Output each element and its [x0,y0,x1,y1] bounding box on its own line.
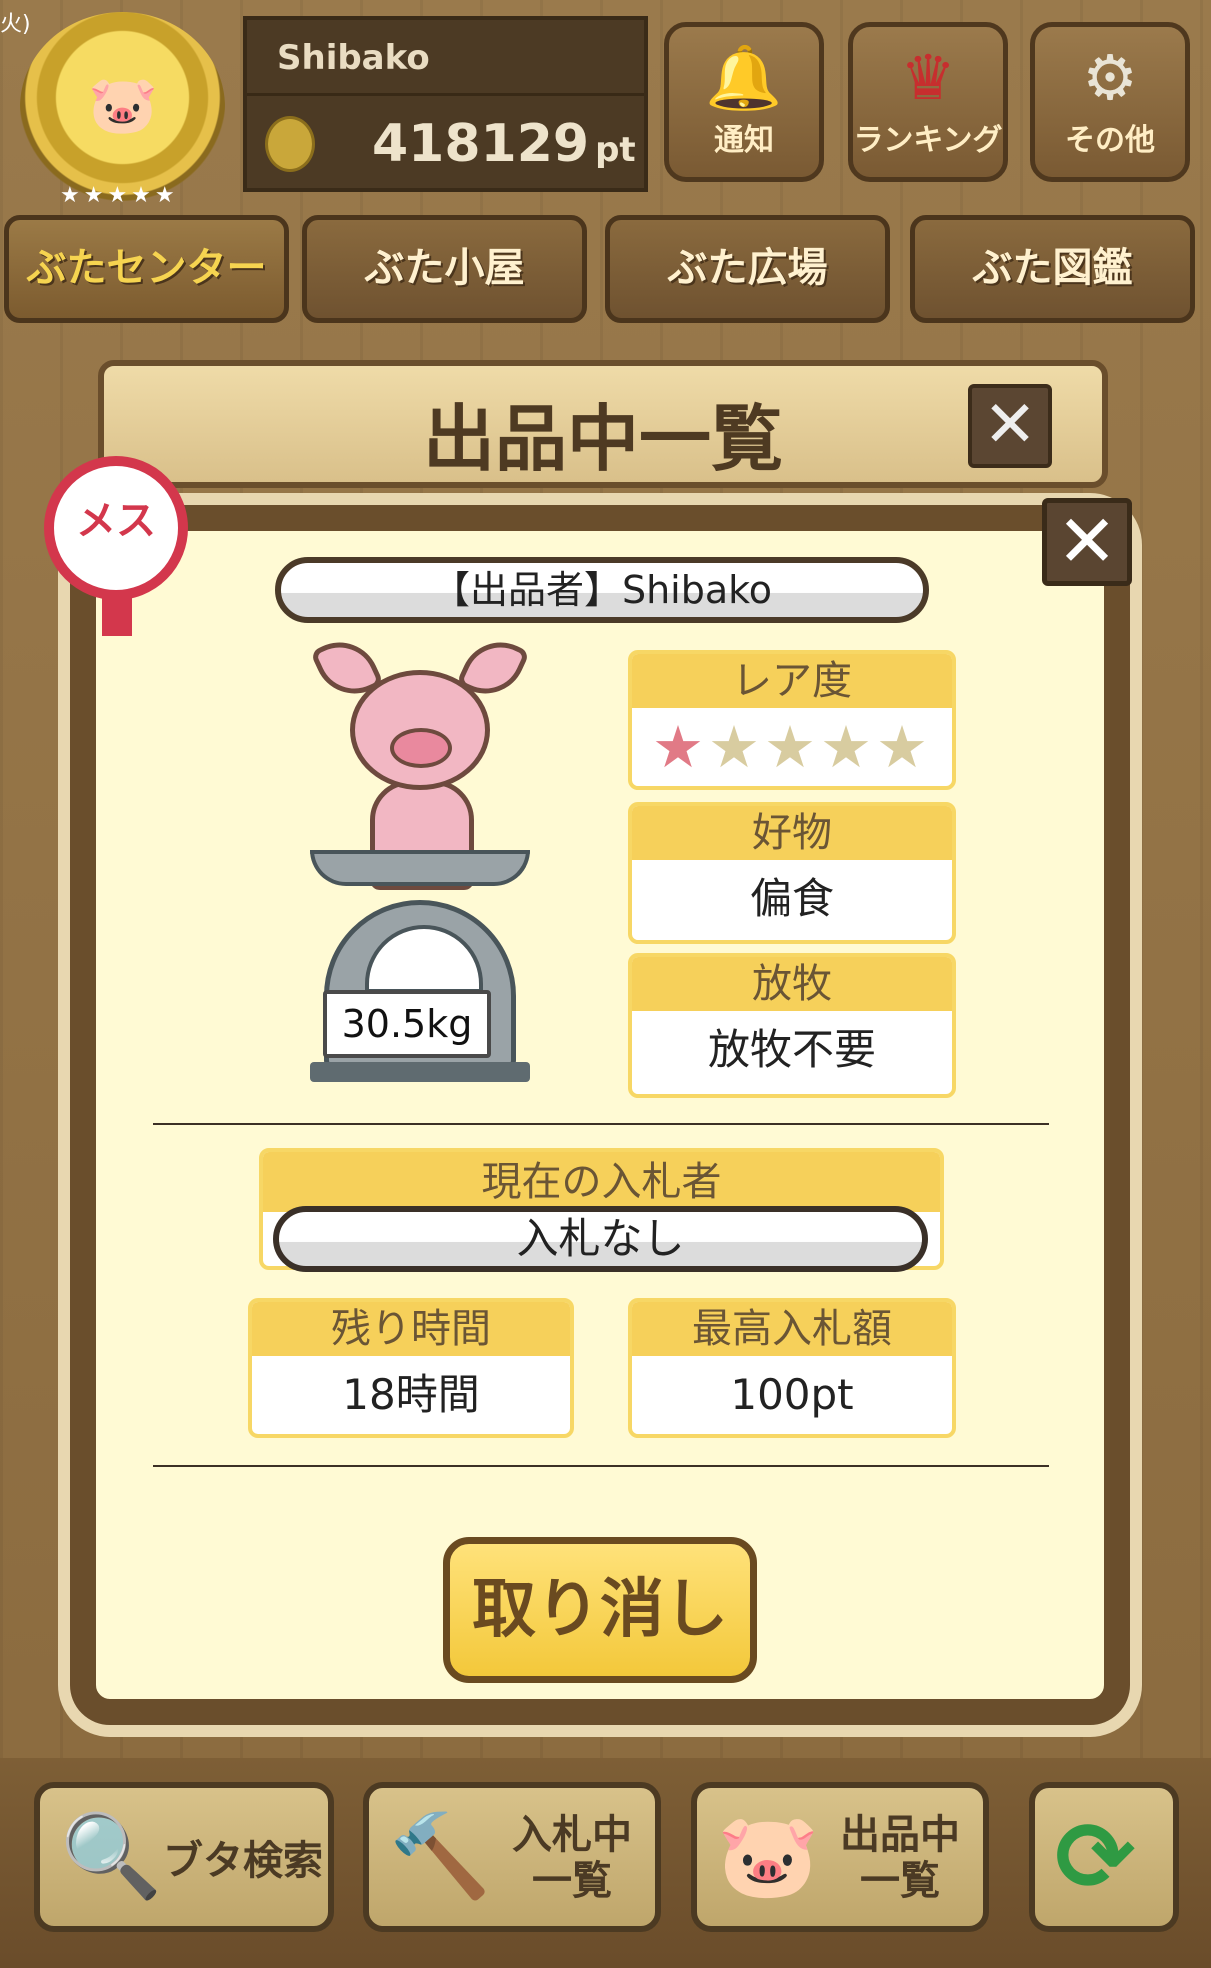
top-bid-card: 最高入札額 100pt [628,1298,956,1438]
divider [153,1465,1049,1467]
notifications-button[interactable]: 🔔 通知 [664,22,824,182]
gavel-icon: 🔨 [389,1809,492,1904]
pig-search-label: ブタ検索 [163,1838,323,1884]
star-empty-icon: ★★★★ [708,713,932,781]
tab-buta-hut[interactable]: ぶた小屋 [302,215,587,323]
magnifier-icon: 🔍 [60,1809,163,1904]
panel-close-button[interactable]: ✕ [1042,498,1132,586]
rarity-header: レア度 [632,654,952,708]
seller-label: 【出品者】Shibako [275,557,929,623]
points-value: 418129 pt [372,114,636,174]
ranking-button[interactable]: ♛ ランキング [848,22,1008,182]
cancel-listing-button[interactable]: 取り消し [443,1537,757,1683]
top-bid-header: 最高入札額 [632,1302,952,1356]
tab-buta-encyclopedia[interactable]: ぶた図鑑 [910,215,1195,323]
tab-buta-center[interactable]: ぶたセンター [4,215,289,323]
dialog-title: 出品中一覧 [422,397,783,481]
star-filled-icon: ★ [652,713,708,781]
status-bar-fragment: 火) [0,12,31,37]
listing-list-button[interactable]: 🐷 出品中 一覧 [691,1782,989,1932]
notifications-label: 通知 [714,123,774,158]
pig-face-icon: 🐷 [717,1809,820,1904]
pig-search-button[interactable]: 🔍 ブタ検索 [34,1782,334,1932]
dialog-title-board: 出品中一覧 ✕ [98,360,1108,488]
refresh-icon: ⟳ [1055,1801,1136,1913]
username: Shibako [247,20,644,96]
scale-pan [310,850,530,886]
bidding-list-label: 入札中 一覧 [512,1812,632,1904]
current-bidder-value: 入札なし [273,1206,928,1272]
bidding-list-button[interactable]: 🔨 入札中 一覧 [363,1782,661,1932]
time-left-value: 18時間 [342,1370,480,1419]
current-bidder-header: 現在の入札者 [263,1152,940,1212]
female-gender-badge: メス [44,456,188,636]
female-symbol-icon [102,594,132,636]
profile-panel: Shibako 418129 pt [243,16,648,192]
bell-icon: 🔔 [705,41,783,114]
time-left-card: 残り時間 18時間 [248,1298,574,1438]
rarity-card: レア度 ★★★★★ [628,650,956,790]
points-unit: pt [595,130,636,170]
other-label: その他 [1065,123,1155,158]
gender-label: メス [76,498,156,544]
pig-snout [390,728,452,768]
crown-icon: ♛ [900,41,956,114]
other-button[interactable]: ⚙ その他 [1030,22,1190,182]
grazing-value: 放牧不要 [707,1025,876,1074]
gear-icon: ⚙ [1082,41,1138,114]
tab-buta-plaza[interactable]: ぶた広場 [605,215,890,323]
divider [153,1123,1049,1125]
pig-emblem-icon: 🐷 [88,73,158,138]
title-close-button[interactable]: ✕ [968,384,1052,468]
favorite-food-value: 偏食 [749,874,834,923]
close-icon: ✕ [983,388,1037,462]
top-bid-value: 100pt [730,1370,854,1419]
refresh-button[interactable]: ⟳ [1029,1782,1179,1932]
favorite-food-header: 好物 [632,806,952,860]
ranking-label: ランキング [853,123,1003,158]
points-row: 418129 pt [247,100,644,184]
player-rank-badge[interactable]: 🐷 ★★★★★ [20,12,225,208]
coin-icon [265,116,315,172]
scale-base [310,1062,530,1082]
points-number: 418129 [372,114,590,174]
listing-list-label: 出品中 一覧 [840,1812,960,1904]
grazing-header: 放牧 [632,957,952,1011]
grazing-card: 放牧 放牧不要 [628,953,956,1098]
weight-value: 30.5kg [323,990,491,1058]
scale-dial [365,925,483,993]
close-icon: ✕ [1056,499,1118,583]
favorite-food-card: 好物 偏食 [628,802,956,944]
rarity-stars: ★★★★★ [632,708,952,786]
time-left-header: 残り時間 [252,1302,570,1356]
